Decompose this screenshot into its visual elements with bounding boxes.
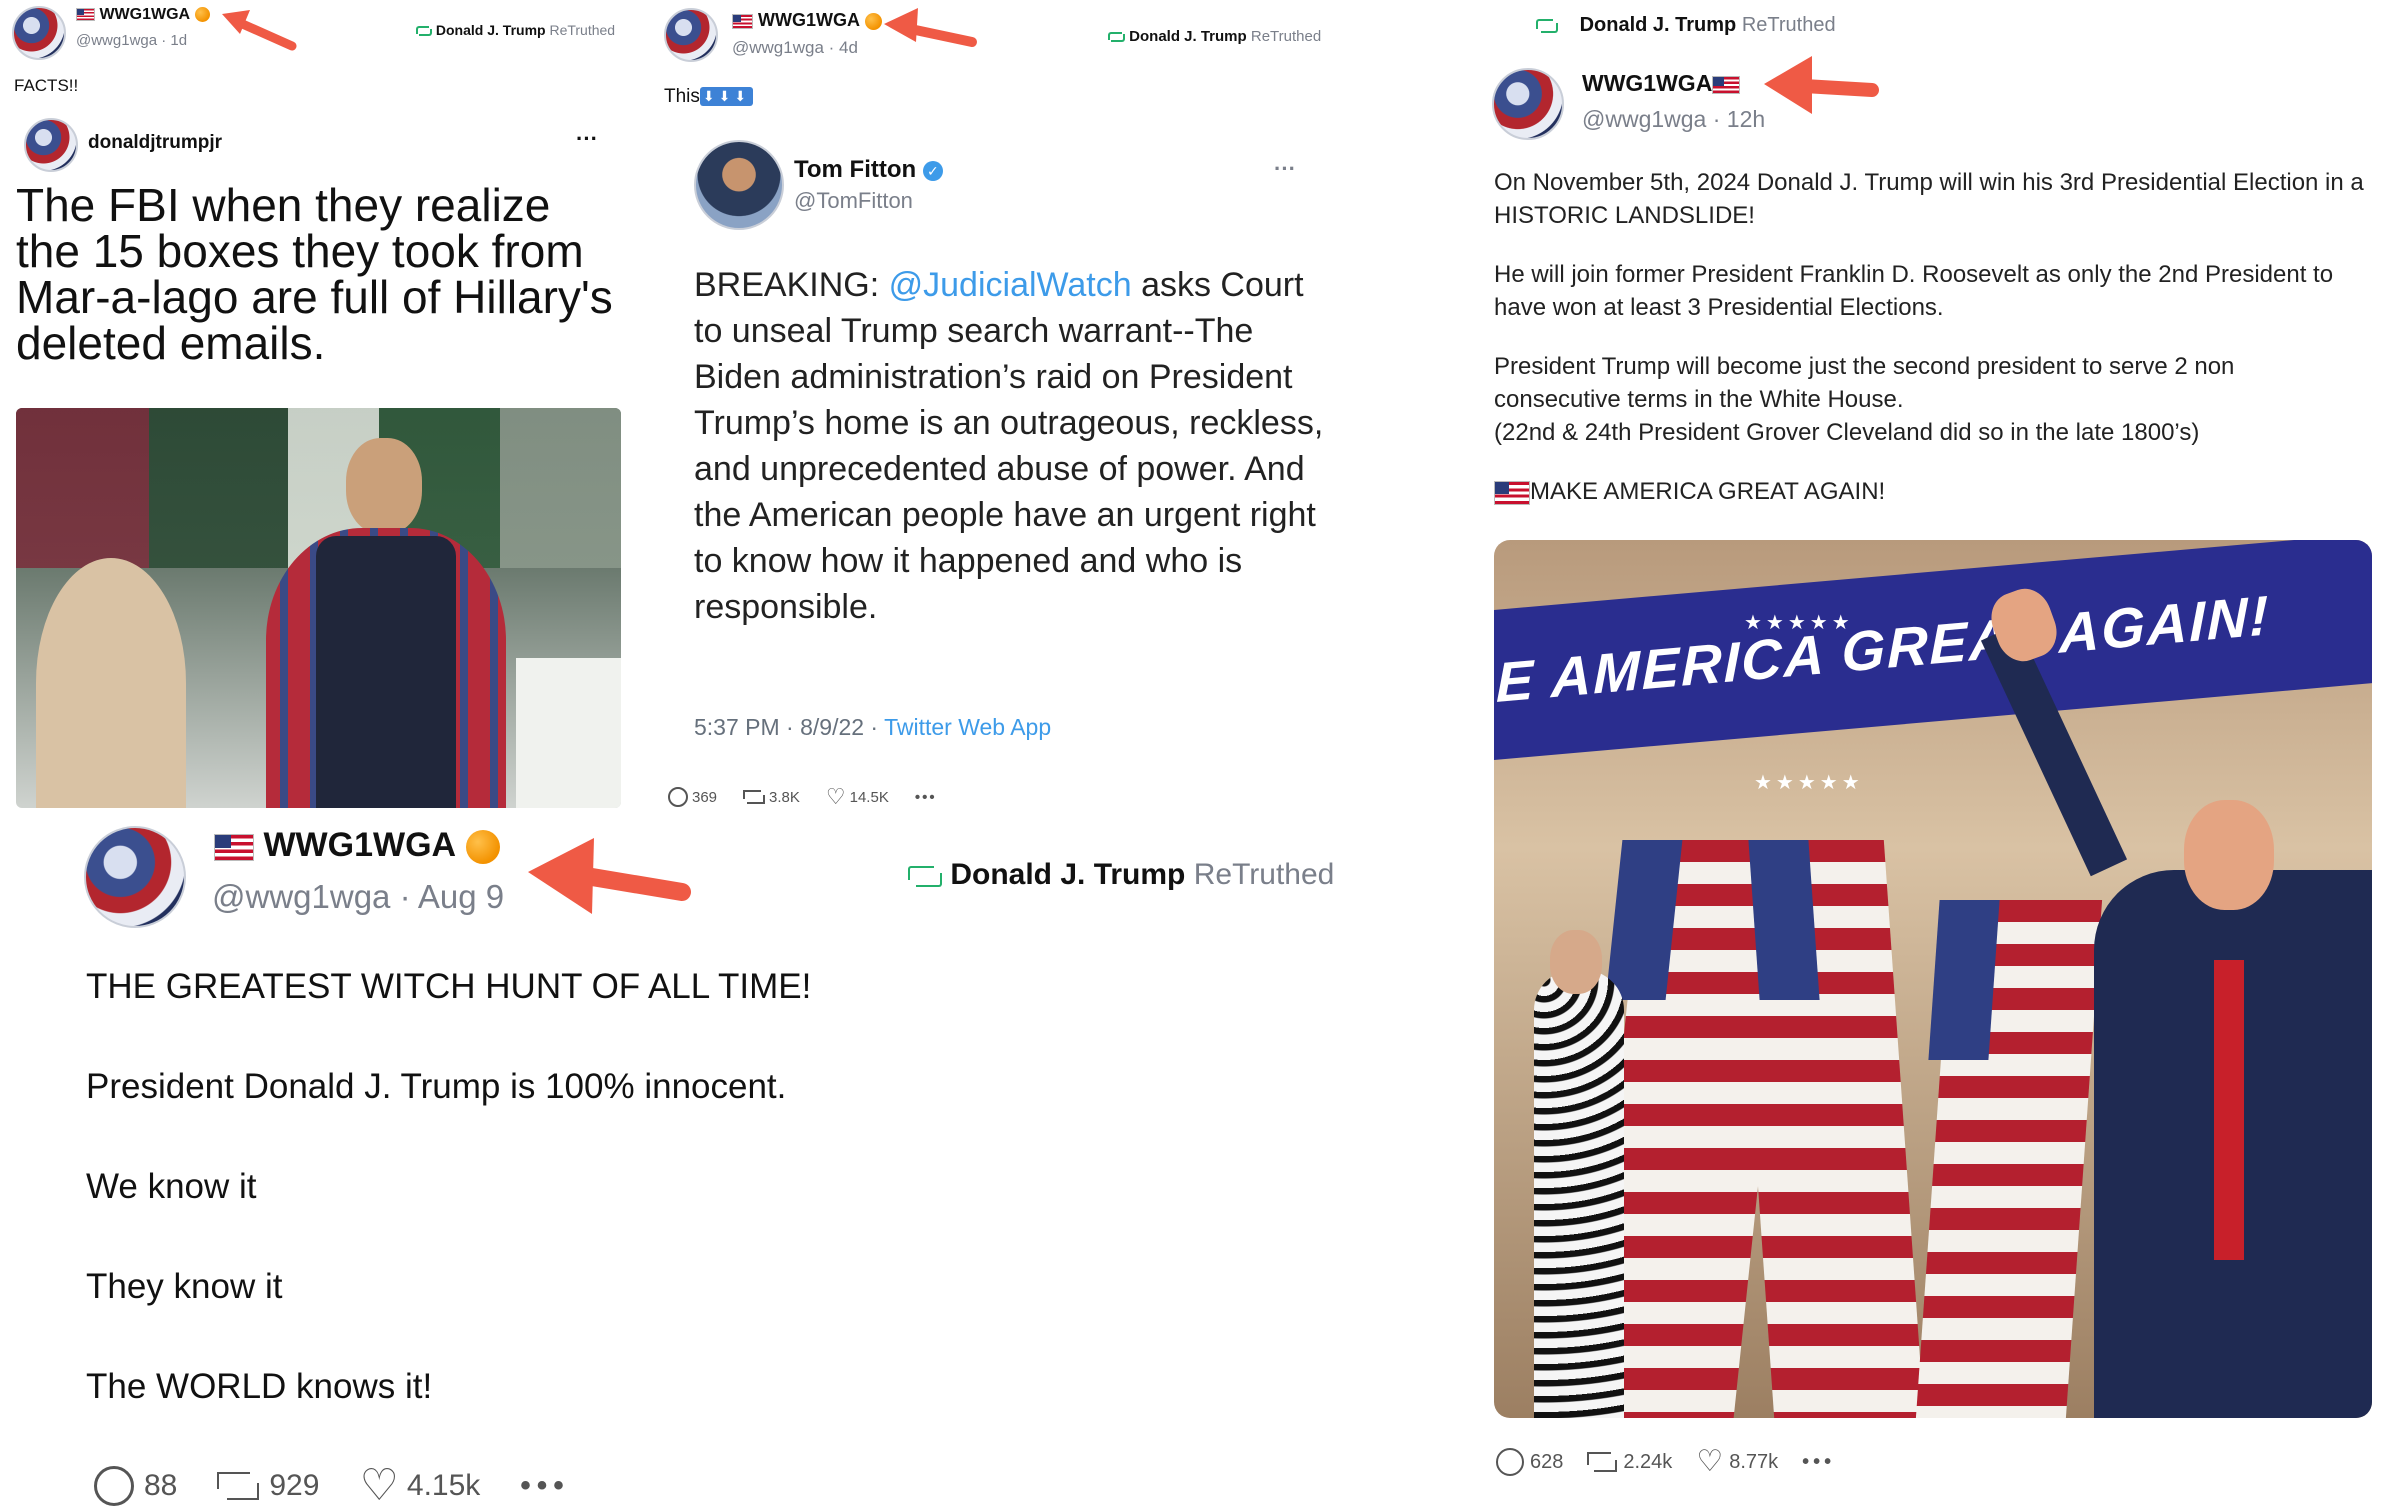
retruth-label: ReTruthed (1741, 14, 1836, 36)
red-arrow-icon (884, 8, 977, 47)
us-flag-icon (1494, 480, 1530, 505)
retruth-line: Donald J. Trump ReTruthed (1108, 28, 1321, 45)
more-actions-button[interactable]: ••• (915, 784, 937, 810)
red-arrow-icon (528, 838, 691, 914)
embed-handle[interactable]: @TomFitton (794, 188, 913, 214)
red-arrow-icon (222, 10, 297, 51)
action-bar: 628 2.24k ♡ 8.77k ••• (1496, 1445, 1835, 1478)
retruth-line: Donald J. Trump ReTruthed (1536, 14, 1836, 37)
mention-link[interactable]: @JudicialWatch (889, 266, 1132, 304)
down-arrows-icon: ⬇⬇⬇ (699, 87, 754, 107)
more-actions-button[interactable]: ••• (520, 1466, 570, 1506)
embed-body: BREAKING: @JudicialWatch asks Court to u… (694, 262, 1334, 630)
embed-timestamp: 5:37 PM · 8/9/22 · (694, 714, 879, 740)
heart-icon: ♡ (359, 1461, 399, 1510)
post-paragraph: MAKE AMERICA GREAT AGAIN! (1530, 478, 1886, 505)
retruth-label: ReTruthed (1193, 858, 1335, 891)
heart-icon: ♡ (825, 784, 846, 809)
retruth-button[interactable]: 929 (217, 1466, 319, 1506)
reply-button[interactable]: 369 (668, 784, 717, 810)
retruth-icon (1108, 30, 1125, 45)
us-flag-icon (732, 13, 753, 29)
post-line: President Donald J. Trump is 100% innoce… (86, 1067, 787, 1106)
embed-avatar[interactable] (24, 118, 78, 172)
reply-button[interactable]: 88 (94, 1466, 177, 1506)
heart-icon: ♡ (1696, 1445, 1724, 1478)
avatar[interactable] (1492, 68, 1564, 140)
retruth-line: Donald J. Trump ReTruthed (416, 22, 615, 38)
meme-photo (16, 408, 621, 808)
reply-icon (94, 1466, 134, 1506)
reply-button[interactable]: 628 (1496, 1448, 1563, 1476)
retruth-by[interactable]: Donald J. Trump (436, 22, 546, 38)
post-paragraph: He will join former President Franklin D… (1494, 261, 2334, 321)
post-line: THE GREATEST WITCH HUNT OF ALL TIME! (86, 967, 812, 1006)
red-arrow-icon (1764, 56, 1879, 114)
embed-username[interactable]: donaldjtrumpjr (88, 132, 222, 154)
embed-avatar[interactable] (694, 140, 784, 230)
avatar[interactable] (84, 826, 186, 928)
like-button[interactable]: ♡ 14.5K (826, 784, 889, 810)
retruth-button[interactable]: 2.24k (1587, 1448, 1672, 1476)
stars-icon: ★★★★★ (1754, 772, 1864, 794)
avatar[interactable] (664, 8, 718, 62)
verified-badge-icon: ✓ (922, 160, 943, 181)
reply-icon (1496, 1448, 1524, 1476)
us-flag-icon (1712, 75, 1741, 94)
stars-icon: ★★★★★ (1744, 612, 1854, 634)
post-paragraph: (22nd & 24th President Grover Cleveland … (1494, 419, 2200, 446)
handle-meta[interactable]: @wwg1wga · 1d (76, 32, 187, 49)
reply-icon (668, 787, 688, 807)
orange-icon (194, 7, 210, 23)
retruth-label: ReTruthed (549, 22, 616, 38)
retruth-label: ReTruthed (1250, 28, 1322, 45)
us-flag-icon (76, 8, 95, 22)
retruth-line: Donald J. Trump ReTruthed (908, 858, 1334, 892)
retruth-icon (1587, 1449, 1618, 1475)
post-paragraph: On November 5th, 2024 Donald J. Trump wi… (1494, 169, 2364, 229)
embed-body-text: asks Court to unseal Trump search warran… (694, 266, 1324, 626)
action-bar: 369 3.8K ♡ 14.5K ••• (668, 784, 937, 810)
more-button[interactable]: ··· (576, 126, 598, 152)
post-line: The WORLD knows it! (86, 1367, 433, 1406)
display-name[interactable]: WWG1WGA (99, 6, 190, 23)
display-name[interactable]: WWG1WGA (758, 10, 860, 30)
more-actions-button[interactable]: ••• (1802, 1448, 1835, 1476)
display-name[interactable]: WWG1WGA (1582, 70, 1712, 96)
avatar[interactable] (12, 6, 66, 60)
embed-more-button[interactable]: ··· (1274, 156, 1296, 182)
retruth-by[interactable]: Donald J. Trump (1129, 28, 1247, 45)
orange-icon (465, 830, 500, 865)
post-line: We know it (86, 1167, 257, 1206)
post-line: They know it (86, 1267, 283, 1306)
retruth-icon (743, 788, 766, 806)
retruth-icon (416, 24, 432, 38)
like-button[interactable]: ♡ 8.77k (1696, 1445, 1778, 1478)
handle-meta[interactable]: @wwg1wga · 12h (1582, 106, 1765, 133)
us-flag-icon (214, 833, 254, 861)
embed-lead: BREAKING: (694, 266, 880, 304)
display-name[interactable]: WWG1WGA (263, 826, 456, 864)
source-link[interactable]: Twitter Web App (884, 714, 1051, 740)
action-bar: 88 929 ♡ 4.15k ••• (94, 1461, 570, 1510)
retruth-button[interactable]: 3.8K (743, 784, 800, 810)
post-paragraph: President Trump will become just the sec… (1494, 353, 2235, 413)
handle-meta[interactable]: @wwg1wga · 4d (732, 38, 858, 58)
embed-name[interactable]: Tom Fitton (794, 156, 916, 183)
meme-text: The FBI when they realize the 15 boxes t… (16, 179, 613, 369)
post-text: FACTS!! (14, 76, 79, 95)
post-body: On November 5th, 2024 Donald J. Trump wi… (1494, 166, 2364, 508)
rally-photo[interactable]: E AMERICA GREAT AGAIN! ★★★★★ ★★★★★ (1494, 540, 2372, 1418)
retruth-icon (217, 1468, 260, 1504)
like-button[interactable]: ♡ 4.15k (359, 1461, 480, 1510)
post-text: This (664, 86, 700, 107)
retruth-icon (1536, 16, 1558, 36)
retruth-by[interactable]: Donald J. Trump (950, 858, 1185, 891)
retruth-by[interactable]: Donald J. Trump (1580, 14, 1737, 36)
handle-meta[interactable]: @wwg1wga · Aug 9 (212, 878, 504, 916)
retruth-icon (908, 861, 943, 891)
post-body: THE GREATEST WITCH HUNT OF ALL TIME! Pre… (86, 966, 811, 1426)
